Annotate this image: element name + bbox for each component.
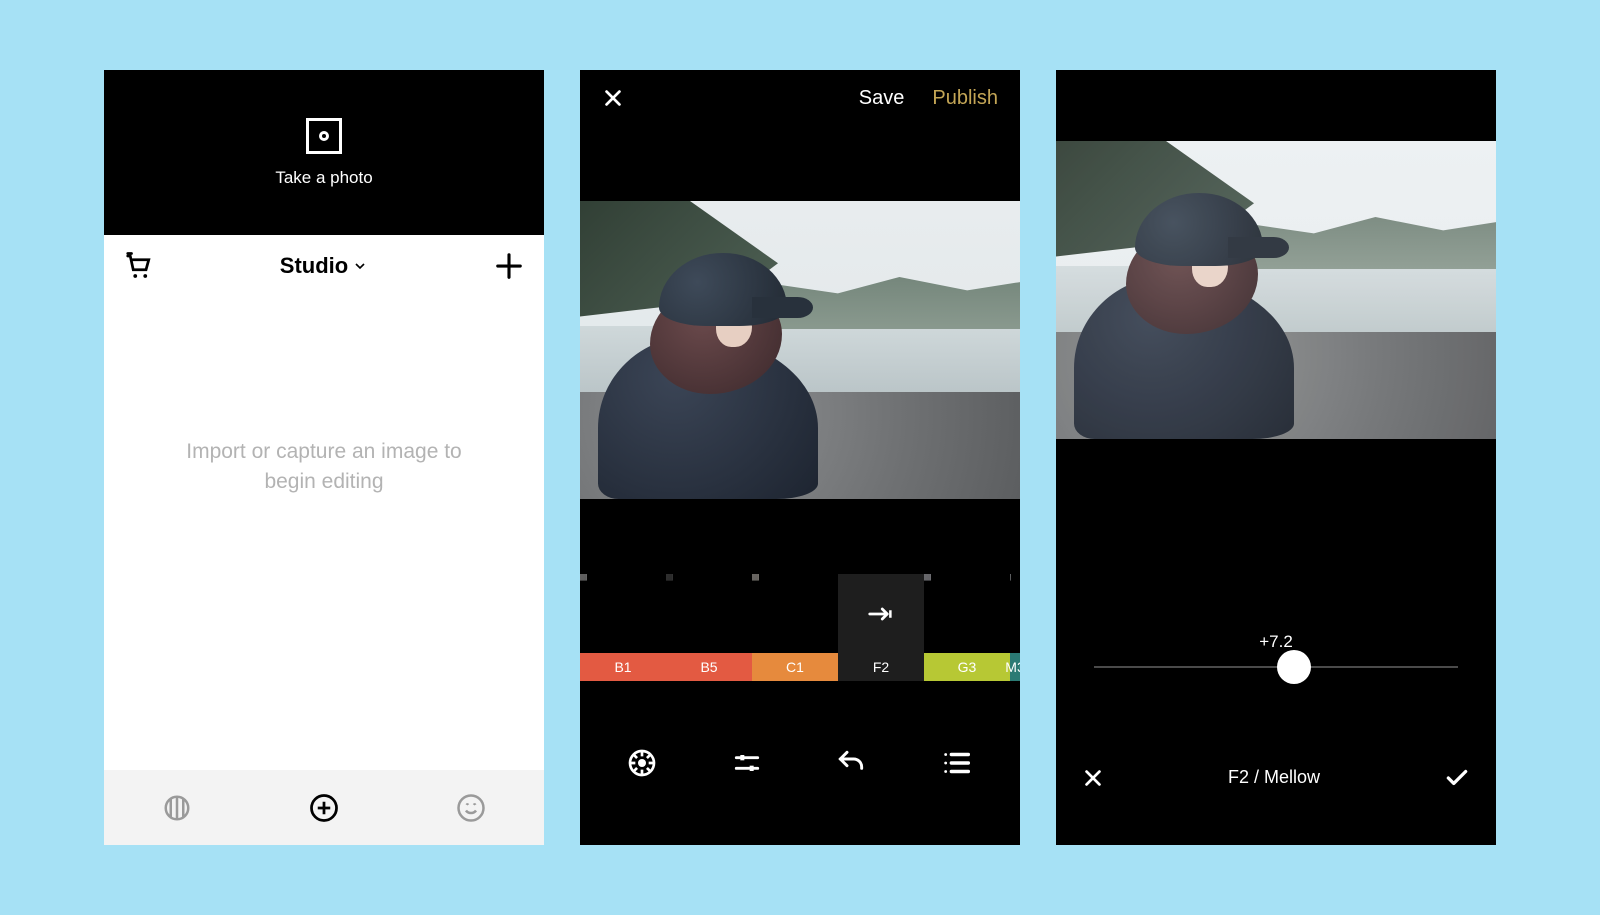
studio-empty-area: Import or capture an image to begin edit… <box>104 297 544 770</box>
filter-label: B1 <box>580 653 666 681</box>
adjust-bottom-bar: F2 / Mellow <box>1056 710 1496 845</box>
filter-f2[interactable]: F2 <box>838 574 924 681</box>
filter-label: M3 <box>1010 653 1020 681</box>
filter-c1[interactable]: C1 <box>752 574 838 681</box>
editor-preview-area <box>580 126 1020 574</box>
filter-strip[interactable]: B1B5C1F2G3M3 <box>580 574 1020 681</box>
studio-title-text: Studio <box>280 253 348 279</box>
presets-icon[interactable] <box>626 747 658 779</box>
current-filter-label: F2 / Mellow <box>1228 767 1320 788</box>
filter-thumb <box>666 574 752 653</box>
undo-icon[interactable] <box>835 747 867 779</box>
slider-knob[interactable] <box>1277 650 1311 684</box>
chevron-down-icon <box>352 258 368 274</box>
take-photo-label: Take a photo <box>275 168 372 188</box>
close-icon <box>1082 767 1104 789</box>
intensity-slider[interactable] <box>1094 666 1458 668</box>
filter-thumb <box>580 574 666 653</box>
shop-icon[interactable] <box>124 251 154 281</box>
add-icon[interactable] <box>494 251 524 281</box>
camera-icon <box>306 118 342 154</box>
tools-icon[interactable] <box>731 747 763 779</box>
filter-thumb <box>1010 574 1020 653</box>
adjust-preview-image[interactable] <box>1056 141 1496 439</box>
studio-dropdown[interactable]: Studio <box>280 253 368 279</box>
filters-tab-icon[interactable] <box>162 793 192 823</box>
save-button[interactable]: Save <box>859 87 905 110</box>
publish-button[interactable]: Publish <box>932 87 998 110</box>
filter-adjust-screen: +7.2 F2 / Mellow <box>1056 70 1496 845</box>
filter-label: F2 <box>838 653 924 681</box>
filter-m3[interactable]: M3 <box>1010 574 1020 681</box>
adjust-preview-area <box>1056 70 1496 590</box>
studio-header: Studio <box>104 235 544 297</box>
filter-thumb <box>752 574 838 653</box>
filter-label: G3 <box>924 653 1010 681</box>
editor-header: Save Publish <box>580 70 1020 126</box>
cancel-button[interactable] <box>1082 767 1104 789</box>
filter-g3[interactable]: G3 <box>924 574 1010 681</box>
empty-state-text: Import or capture an image to begin edit… <box>174 437 474 498</box>
check-icon <box>1444 765 1470 791</box>
add-circle-icon[interactable] <box>309 793 339 823</box>
profile-smile-icon[interactable] <box>456 793 486 823</box>
take-photo-banner[interactable]: Take a photo <box>104 70 544 235</box>
filter-adjust-icon <box>838 574 924 653</box>
filter-label: C1 <box>752 653 838 681</box>
filter-b1[interactable]: B1 <box>580 574 666 681</box>
close-icon <box>602 87 624 109</box>
filter-label: B5 <box>666 653 752 681</box>
editor-toolbar <box>580 681 1020 845</box>
editor-screen: Save Publish B1B5C1F2G3M3 <box>580 70 1020 845</box>
confirm-button[interactable] <box>1444 765 1470 791</box>
filter-b5[interactable]: B5 <box>666 574 752 681</box>
filter-thumb <box>924 574 1010 653</box>
studio-screen: Take a photo Studio Import or capture an… <box>104 70 544 845</box>
slider-area: +7.2 <box>1056 590 1496 710</box>
editor-preview-image[interactable] <box>580 201 1020 499</box>
studio-bottom-bar <box>104 770 544 845</box>
close-button[interactable] <box>602 87 624 109</box>
history-list-icon[interactable] <box>940 746 974 780</box>
slider-value: +7.2 <box>1259 632 1293 652</box>
